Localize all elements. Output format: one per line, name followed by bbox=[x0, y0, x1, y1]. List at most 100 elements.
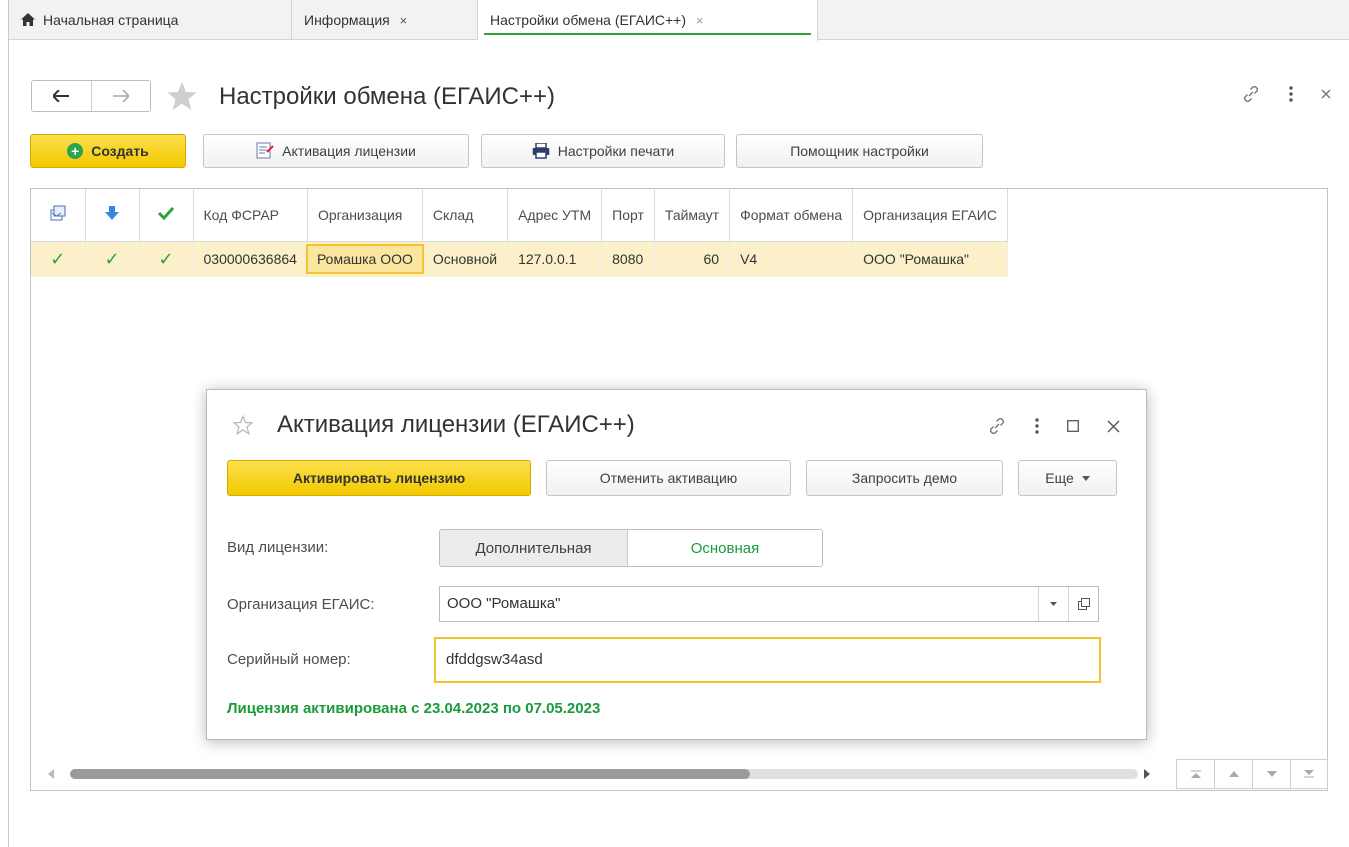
egais-org-label: Организация ЕГАИС: bbox=[227, 596, 375, 613]
scroll-bottom-button[interactable] bbox=[1290, 759, 1328, 789]
table-row[interactable]: ✓ ✓ ✓ 030000636864 Ромашка ООО Основной … bbox=[31, 241, 1008, 277]
serial-number-label: Серийный номер: bbox=[227, 651, 351, 668]
cell-fsrar-code[interactable]: 030000636864 bbox=[193, 241, 308, 277]
more-menu-label: Еще bbox=[1045, 470, 1074, 486]
activate-license-button[interactable]: Активировать лицензию bbox=[227, 460, 531, 496]
tab-exchange-settings[interactable]: Настройки обмена (ЕГАИС++) × bbox=[478, 0, 818, 41]
tab-bar: Начальная страница Информация × Настройк… bbox=[9, 0, 1349, 41]
license-type-option-main[interactable]: Основная bbox=[628, 530, 822, 566]
column-header[interactable]: Код ФСРАР bbox=[193, 189, 308, 242]
scroll-top-icon bbox=[1190, 770, 1201, 778]
egais-org-field[interactable]: ООО "Ромашка" bbox=[439, 586, 1099, 622]
activate-license-button[interactable]: Активация лицензии bbox=[203, 134, 469, 168]
open-window-icon bbox=[1077, 598, 1090, 610]
scroll-thumb[interactable] bbox=[70, 769, 750, 779]
row-check-download: ✓ bbox=[85, 241, 140, 277]
column-header-active[interactable] bbox=[139, 189, 194, 242]
close-icon[interactable]: × bbox=[400, 13, 408, 28]
page-title: Настройки обмена (ЕГАИС++) bbox=[219, 83, 556, 110]
more-vertical-icon[interactable] bbox=[1289, 86, 1293, 102]
header-actions bbox=[1241, 84, 1331, 104]
home-icon bbox=[21, 13, 35, 26]
close-icon[interactable] bbox=[1321, 89, 1331, 99]
cell-utm-address[interactable]: 127.0.0.1 bbox=[507, 241, 603, 277]
activate-license-button-label: Активировать лицензию bbox=[292, 470, 466, 486]
close-icon[interactable]: × bbox=[696, 13, 704, 28]
checkmark-icon: ✓ bbox=[158, 248, 174, 269]
activate-license-label: Активация лицензии bbox=[282, 143, 416, 159]
setup-helper-button[interactable]: Помощник настройки bbox=[736, 134, 983, 168]
scroll-down-icon bbox=[1266, 771, 1277, 777]
printer-icon bbox=[532, 143, 550, 159]
more-menu-button[interactable]: Еще bbox=[1018, 460, 1117, 496]
dialog-title: Активация лицензии (ЕГАИС++) bbox=[277, 411, 635, 438]
tab-exchange-settings-label: Настройки обмена (ЕГАИС++) bbox=[490, 12, 687, 28]
plus-icon: + bbox=[67, 143, 84, 159]
create-button-label: Создать bbox=[91, 143, 149, 159]
back-button[interactable] bbox=[32, 81, 91, 111]
column-header[interactable]: Таймаут bbox=[654, 189, 731, 242]
close-icon[interactable] bbox=[1107, 420, 1120, 433]
chevron-down-icon bbox=[1050, 602, 1057, 606]
checkmark-icon bbox=[157, 207, 175, 221]
chevron-down-icon bbox=[1081, 475, 1090, 481]
tab-home[interactable]: Начальная страница bbox=[9, 0, 292, 40]
more-vertical-icon[interactable] bbox=[1035, 418, 1039, 434]
column-header[interactable]: Адрес УТМ bbox=[507, 189, 603, 242]
forward-button[interactable] bbox=[90, 81, 151, 111]
favorite-star-icon[interactable] bbox=[166, 80, 198, 112]
cancel-activation-label: Отменить активацию bbox=[599, 470, 738, 486]
left-border bbox=[8, 0, 9, 847]
scroll-bottom-icon bbox=[1304, 770, 1314, 778]
scroll-top-button[interactable] bbox=[1176, 759, 1214, 789]
scroll-up-button[interactable] bbox=[1214, 759, 1252, 789]
row-check-exchange: ✓ bbox=[31, 241, 86, 277]
maximize-icon[interactable] bbox=[1067, 420, 1079, 432]
nav-buttons bbox=[31, 80, 151, 112]
cell-port[interactable]: 8080 bbox=[601, 241, 655, 277]
scroll-up-icon bbox=[1228, 771, 1239, 777]
cell-exchange-format[interactable]: V4 bbox=[729, 241, 854, 277]
arrow-down-icon bbox=[105, 206, 119, 221]
request-demo-button[interactable]: Запросить демо bbox=[806, 460, 1003, 496]
license-activation-dialog: Активация лицензии (ЕГАИС++) Активироват… bbox=[206, 389, 1147, 740]
favorite-star-icon[interactable] bbox=[233, 415, 253, 435]
link-icon[interactable] bbox=[1241, 84, 1261, 104]
checkmark-icon: ✓ bbox=[50, 248, 66, 269]
column-header-download[interactable] bbox=[85, 189, 140, 242]
column-header[interactable]: Организация bbox=[307, 189, 423, 242]
cell-warehouse[interactable]: Основной bbox=[422, 241, 509, 277]
cell-egais-organization[interactable]: ООО "Ромашка" bbox=[852, 241, 1008, 277]
tab-info-label: Информация bbox=[304, 12, 390, 28]
column-header[interactable]: Склад bbox=[422, 189, 509, 242]
create-button[interactable]: + Создать bbox=[30, 134, 186, 168]
license-type-option-additional[interactable]: Дополнительная bbox=[440, 530, 628, 566]
license-type-label: Вид лицензии: bbox=[227, 539, 329, 556]
link-icon[interactable] bbox=[987, 416, 1007, 436]
table-header-row: Код ФСРАР Организация Склад Адрес УТМ По… bbox=[31, 189, 1008, 242]
dialog-header-actions bbox=[987, 416, 1120, 436]
cell-timeout[interactable]: 60 bbox=[654, 241, 731, 277]
cancel-activation-button[interactable]: Отменить активацию bbox=[546, 460, 791, 496]
column-header[interactable]: Организация ЕГАИС bbox=[852, 189, 1008, 242]
scroll-left-icon[interactable] bbox=[48, 769, 54, 779]
print-settings-button[interactable]: Настройки печати bbox=[481, 134, 725, 168]
license-status-text: Лицензия активирована с 23.04.2023 по 07… bbox=[227, 700, 601, 717]
serial-number-input[interactable]: dfddgsw34asd bbox=[434, 637, 1101, 683]
column-header[interactable]: Формат обмена bbox=[729, 189, 854, 242]
scroll-down-button[interactable] bbox=[1252, 759, 1290, 789]
horizontal-scrollbar[interactable] bbox=[40, 766, 1150, 782]
arrow-left-icon bbox=[53, 90, 70, 102]
cell-organization[interactable]: Ромашка ООО bbox=[305, 241, 424, 277]
license-icon bbox=[256, 142, 274, 159]
egais-org-value[interactable]: ООО "Ромашка" bbox=[440, 587, 1038, 621]
open-button[interactable] bbox=[1068, 587, 1098, 621]
table-scroll-buttons bbox=[1176, 759, 1328, 789]
exchange-icon bbox=[50, 205, 66, 221]
column-header-exchange[interactable] bbox=[31, 189, 86, 242]
column-header[interactable]: Порт bbox=[601, 189, 655, 242]
scroll-right-icon[interactable] bbox=[1144, 769, 1150, 779]
tab-info[interactable]: Информация × bbox=[292, 0, 478, 40]
checkmark-icon: ✓ bbox=[104, 248, 120, 269]
dropdown-button[interactable] bbox=[1038, 587, 1068, 621]
